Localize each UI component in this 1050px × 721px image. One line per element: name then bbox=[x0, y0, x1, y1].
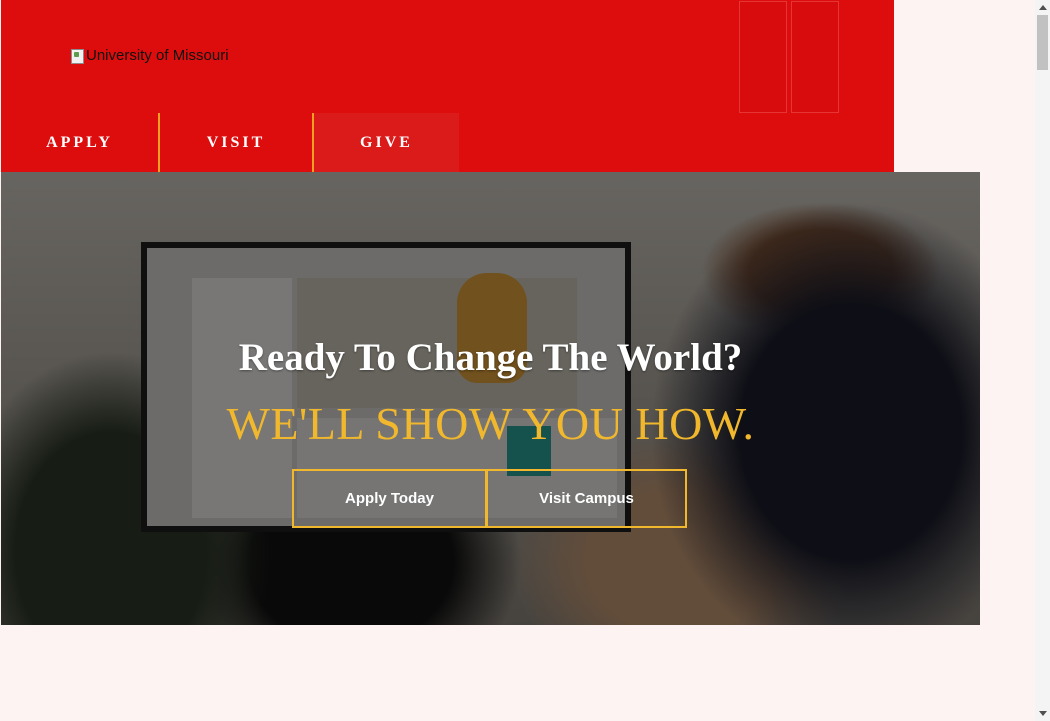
content-area bbox=[1, 625, 894, 721]
logo-alt-text: University of Missouri bbox=[86, 47, 229, 64]
primary-nav: APPLY VISIT GIVE bbox=[1, 113, 894, 172]
visit-campus-button[interactable]: Visit Campus bbox=[486, 469, 687, 528]
hero-banner: Ready To Change The World? WE'LL SHOW YO… bbox=[1, 172, 980, 625]
hero-subhead: WE'LL SHOW YOU HOW. bbox=[226, 398, 755, 449]
scroll-down-arrow-icon[interactable] bbox=[1035, 706, 1050, 721]
university-logo-link[interactable]: University of Missouri bbox=[70, 47, 229, 64]
hero-headline: Ready To Change The World? bbox=[238, 336, 743, 379]
header-search-button[interactable] bbox=[739, 1, 787, 113]
scrollbar-thumb[interactable] bbox=[1037, 15, 1048, 70]
nav-item-visit[interactable]: VISIT bbox=[160, 113, 314, 172]
nav-item-apply[interactable]: APPLY bbox=[1, 113, 160, 172]
broken-image-icon bbox=[70, 48, 86, 64]
apply-today-button[interactable]: Apply Today bbox=[292, 469, 487, 528]
site-header: University of Missouri bbox=[1, 0, 894, 113]
page-scrollbar[interactable] bbox=[1035, 0, 1050, 721]
header-menu-button[interactable] bbox=[791, 1, 839, 113]
page: University of Missouri APPLY VISIT GIVE … bbox=[0, 0, 1050, 721]
scroll-up-arrow-icon[interactable] bbox=[1035, 0, 1050, 15]
nav-item-give[interactable]: GIVE bbox=[314, 113, 459, 172]
